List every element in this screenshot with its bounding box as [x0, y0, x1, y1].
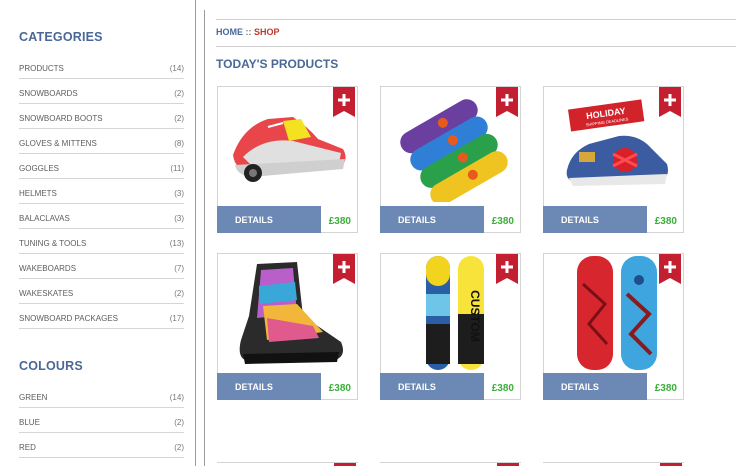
colour-count: (2) — [174, 417, 184, 427]
category-item-snowboards[interactable]: SNOWBOARDS (2) — [19, 79, 184, 104]
add-to-cart-button[interactable] — [496, 254, 518, 284]
category-count: (13) — [169, 238, 184, 248]
product-card-partial — [380, 462, 521, 467]
category-item-wakeskates[interactable]: WAKESKATES (2) — [19, 279, 184, 304]
category-count: (2) — [174, 88, 184, 98]
colour-item-red[interactable]: RED (2) — [19, 433, 184, 458]
details-button[interactable]: DETAILS — [543, 373, 647, 400]
add-to-cart-button[interactable] — [659, 254, 681, 284]
product-card-partial — [217, 462, 358, 467]
product-card[interactable]: DETAILS £380 — [380, 86, 521, 233]
breadcrumb: HOME :: SHOP — [216, 27, 280, 37]
colour-label: GREEN — [19, 392, 48, 402]
price: £380 — [491, 216, 514, 227]
category-count: (2) — [174, 113, 184, 123]
category-item-goggles[interactable]: GOGGLES (11) — [19, 154, 184, 179]
colour-count: (2) — [174, 442, 184, 452]
category-label: GLOVES & MITTENS — [19, 138, 97, 148]
category-item-snowboard-boots[interactable]: SNOWBOARD BOOTS (2) — [19, 104, 184, 129]
breadcrumb-home-link[interactable]: HOME — [216, 27, 243, 37]
colour-item-blue[interactable]: BLUE (2) — [19, 408, 184, 433]
category-label: SNOWBOARD BOOTS — [19, 113, 103, 123]
category-label: TUNING & TOOLS — [19, 238, 87, 248]
category-count: (17) — [169, 313, 184, 323]
category-count: (7) — [174, 263, 184, 273]
content-divider — [204, 10, 205, 466]
add-to-cart-button[interactable] — [333, 87, 355, 117]
category-item-wakeboards[interactable]: WAKEBOARDS (7) — [19, 254, 184, 279]
price: £380 — [328, 216, 351, 227]
breadcrumb-current: SHOP — [254, 27, 280, 37]
category-label: WAKESKATES — [19, 288, 74, 298]
breadcrumb-separator: :: — [243, 27, 254, 37]
colour-list: GREEN (14) BLUE (2) RED (2) — [19, 383, 184, 458]
category-label: BALACLAVAS — [19, 213, 70, 223]
details-button[interactable]: DETAILS — [380, 206, 484, 233]
product-card[interactable]: DETAILS £380 — [543, 253, 684, 400]
category-count: (11) — [170, 163, 184, 173]
category-item-tuning-tools[interactable]: TUNING & TOOLS (13) — [19, 229, 184, 254]
categories-title: CATEGORIES — [19, 30, 103, 44]
product-card[interactable]: CUSTOM DETAILS £380 — [380, 253, 521, 400]
price: £380 — [654, 383, 677, 394]
details-button[interactable]: DETAILS — [380, 373, 484, 400]
category-count: (14) — [169, 63, 184, 73]
colour-count: (14) — [169, 392, 184, 402]
details-button[interactable]: DETAILS — [217, 206, 321, 233]
category-item-helmets[interactable]: HELMETS (3) — [19, 179, 184, 204]
add-to-cart-button[interactable] — [496, 87, 518, 117]
breadcrumb-rule — [216, 46, 736, 47]
custom-board-text: CUSTOM — [468, 290, 482, 342]
add-to-cart-button[interactable] — [333, 254, 355, 284]
category-count: (3) — [174, 213, 184, 223]
product-card-partial — [543, 462, 684, 467]
category-label: HELMETS — [19, 188, 57, 198]
top-rule — [216, 19, 736, 20]
category-label: GOGGLES — [19, 163, 60, 173]
category-label: WAKEBOARDS — [19, 263, 77, 273]
colours-title: COLOURS — [19, 359, 83, 373]
category-count: (2) — [174, 288, 184, 298]
category-item-gloves-mittens[interactable]: GLOVES & MITTENS (8) — [19, 129, 184, 154]
category-label: PRODUCTS — [19, 63, 64, 73]
category-count: (8) — [174, 138, 184, 148]
product-card[interactable]: HOLIDAY SHIPPING DEADLINES DETAILS £380 — [543, 86, 684, 233]
category-label: SNOWBOARDS — [19, 88, 78, 98]
add-to-cart-button[interactable] — [659, 87, 681, 117]
product-card[interactable]: DETAILS £380 — [217, 86, 358, 233]
category-label: SNOWBOARD PACKAGES — [19, 313, 118, 323]
product-card[interactable]: DETAILS £380 — [217, 253, 358, 400]
sidebar: CATEGORIES PRODUCTS (14) SNOWBOARDS (2) SN… — [0, 0, 196, 466]
category-item-products[interactable]: PRODUCTS (14) — [19, 54, 184, 79]
details-button[interactable]: DETAILS — [217, 373, 321, 400]
colour-item-green[interactable]: GREEN (14) — [19, 383, 184, 408]
category-item-balaclavas[interactable]: BALACLAVAS (3) — [19, 204, 184, 229]
category-item-snowboard-packages[interactable]: SNOWBOARD PACKAGES (17) — [19, 304, 184, 329]
details-button[interactable]: DETAILS — [543, 206, 647, 233]
price: £380 — [328, 383, 351, 394]
colour-label: BLUE — [19, 417, 40, 427]
page-title: TODAY'S PRODUCTS — [216, 57, 339, 71]
price: £380 — [654, 216, 677, 227]
colour-label: RED — [19, 442, 36, 452]
category-count: (3) — [174, 188, 184, 198]
category-list: PRODUCTS (14) SNOWBOARDS (2) SNOWBOARD BOO… — [19, 54, 184, 329]
price: £380 — [491, 383, 514, 394]
